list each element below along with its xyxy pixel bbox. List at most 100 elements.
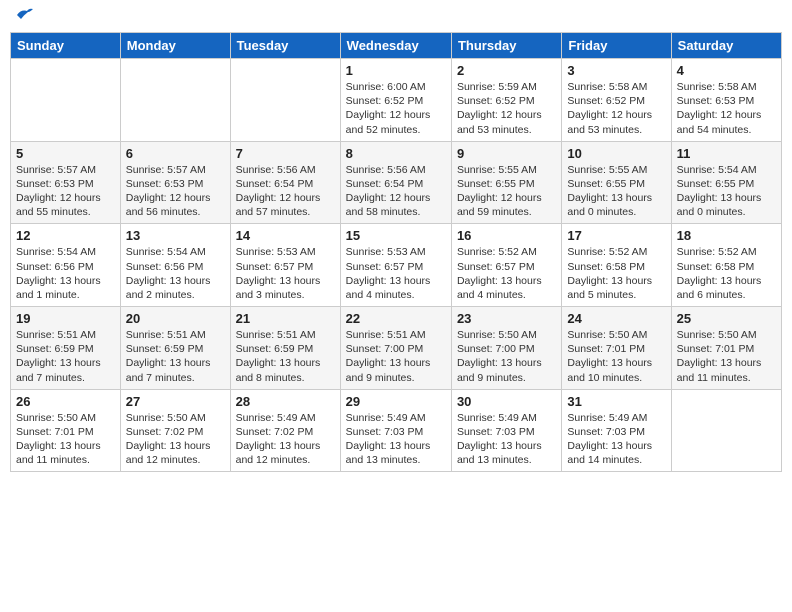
day-info: Sunrise: 5:55 AM Sunset: 6:55 PM Dayligh… <box>567 163 665 220</box>
day-number: 22 <box>346 311 446 326</box>
day-number: 24 <box>567 311 665 326</box>
weekday-header-tuesday: Tuesday <box>230 33 340 59</box>
logo-bird-icon <box>15 7 33 21</box>
calendar-cell: 30 Sunrise: 5:49 AM Sunset: 7:03 PM Dayli… <box>451 389 561 472</box>
day-number: 30 <box>457 394 556 409</box>
day-number: 16 <box>457 228 556 243</box>
day-number: 28 <box>236 394 335 409</box>
calendar-cell: 26 Sunrise: 5:50 AM Sunset: 7:01 PM Dayli… <box>11 389 121 472</box>
weekday-header-row: SundayMondayTuesdayWednesdayThursdayFrid… <box>11 33 782 59</box>
day-info: Sunrise: 6:00 AM Sunset: 6:52 PM Dayligh… <box>346 80 446 137</box>
calendar-cell: 1 Sunrise: 6:00 AM Sunset: 6:52 PM Daylig… <box>340 59 451 142</box>
calendar-cell <box>120 59 230 142</box>
calendar-cell: 18 Sunrise: 5:52 AM Sunset: 6:58 PM Dayli… <box>671 224 781 307</box>
day-number: 1 <box>346 63 446 78</box>
day-number: 29 <box>346 394 446 409</box>
day-info: Sunrise: 5:52 AM Sunset: 6:58 PM Dayligh… <box>567 245 665 302</box>
day-info: Sunrise: 5:51 AM Sunset: 7:00 PM Dayligh… <box>346 328 446 385</box>
day-number: 26 <box>16 394 115 409</box>
day-info: Sunrise: 5:58 AM Sunset: 6:52 PM Dayligh… <box>567 80 665 137</box>
calendar-cell: 23 Sunrise: 5:50 AM Sunset: 7:00 PM Dayli… <box>451 307 561 390</box>
calendar-cell: 31Sunrise: 5:49 AM Sunset: 7:03 PM Dayli… <box>562 389 671 472</box>
calendar-cell: 22 Sunrise: 5:51 AM Sunset: 7:00 PM Dayli… <box>340 307 451 390</box>
day-info: Sunrise: 5:52 AM Sunset: 6:58 PM Dayligh… <box>677 245 776 302</box>
day-number: 3 <box>567 63 665 78</box>
day-info: Sunrise: 5:54 AM Sunset: 6:56 PM Dayligh… <box>126 245 225 302</box>
day-info: Sunrise: 5:53 AM Sunset: 6:57 PM Dayligh… <box>236 245 335 302</box>
day-number: 15 <box>346 228 446 243</box>
day-info: Sunrise: 5:51 AM Sunset: 6:59 PM Dayligh… <box>126 328 225 385</box>
day-number: 23 <box>457 311 556 326</box>
day-info: Sunrise: 5:49 AM Sunset: 7:03 PM Dayligh… <box>346 411 446 468</box>
day-number: 9 <box>457 146 556 161</box>
calendar-cell: 8 Sunrise: 5:56 AM Sunset: 6:54 PM Daylig… <box>340 141 451 224</box>
day-number: 7 <box>236 146 335 161</box>
calendar-cell <box>11 59 121 142</box>
calendar-week-row: 19 Sunrise: 5:51 AM Sunset: 6:59 PM Dayli… <box>11 307 782 390</box>
calendar-cell: 24 Sunrise: 5:50 AM Sunset: 7:01 PM Dayli… <box>562 307 671 390</box>
calendar-cell: 13 Sunrise: 5:54 AM Sunset: 6:56 PM Dayli… <box>120 224 230 307</box>
day-info: Sunrise: 5:54 AM Sunset: 6:56 PM Dayligh… <box>16 245 115 302</box>
calendar-cell: 15Sunrise: 5:53 AM Sunset: 6:57 PM Dayli… <box>340 224 451 307</box>
day-info: Sunrise: 5:54 AM Sunset: 6:55 PM Dayligh… <box>677 163 776 220</box>
calendar-cell: 12 Sunrise: 5:54 AM Sunset: 6:56 PM Dayli… <box>11 224 121 307</box>
calendar-cell: 29 Sunrise: 5:49 AM Sunset: 7:03 PM Dayli… <box>340 389 451 472</box>
calendar-cell: 7 Sunrise: 5:56 AM Sunset: 6:54 PM Daylig… <box>230 141 340 224</box>
calendar-cell: 5 Sunrise: 5:57 AM Sunset: 6:53 PM Daylig… <box>11 141 121 224</box>
day-number: 27 <box>126 394 225 409</box>
weekday-header-wednesday: Wednesday <box>340 33 451 59</box>
day-info: Sunrise: 5:50 AM Sunset: 7:01 PM Dayligh… <box>677 328 776 385</box>
calendar-cell: 9Sunrise: 5:55 AM Sunset: 6:55 PM Daylig… <box>451 141 561 224</box>
calendar-cell: 10 Sunrise: 5:55 AM Sunset: 6:55 PM Dayli… <box>562 141 671 224</box>
day-info: Sunrise: 5:50 AM Sunset: 7:01 PM Dayligh… <box>16 411 115 468</box>
calendar-cell: 17 Sunrise: 5:52 AM Sunset: 6:58 PM Dayli… <box>562 224 671 307</box>
calendar-cell: 2 Sunrise: 5:59 AM Sunset: 6:52 PM Daylig… <box>451 59 561 142</box>
day-number: 5 <box>16 146 115 161</box>
day-number: 13 <box>126 228 225 243</box>
day-info: Sunrise: 5:49 AM Sunset: 7:03 PM Dayligh… <box>567 411 665 468</box>
calendar-cell <box>671 389 781 472</box>
day-number: 21 <box>236 311 335 326</box>
weekday-header-sunday: Sunday <box>11 33 121 59</box>
day-number: 19 <box>16 311 115 326</box>
weekday-header-saturday: Saturday <box>671 33 781 59</box>
weekday-header-thursday: Thursday <box>451 33 561 59</box>
day-info: Sunrise: 5:58 AM Sunset: 6:53 PM Dayligh… <box>677 80 776 137</box>
logo-text <box>14 10 34 24</box>
day-info: Sunrise: 5:57 AM Sunset: 6:53 PM Dayligh… <box>126 163 225 220</box>
calendar-cell: 19 Sunrise: 5:51 AM Sunset: 6:59 PM Dayli… <box>11 307 121 390</box>
calendar-cell: 21 Sunrise: 5:51 AM Sunset: 6:59 PM Dayli… <box>230 307 340 390</box>
day-number: 6 <box>126 146 225 161</box>
calendar-cell: 4Sunrise: 5:58 AM Sunset: 6:53 PM Daylig… <box>671 59 781 142</box>
day-info: Sunrise: 5:50 AM Sunset: 7:02 PM Dayligh… <box>126 411 225 468</box>
day-number: 8 <box>346 146 446 161</box>
day-info: Sunrise: 5:59 AM Sunset: 6:52 PM Dayligh… <box>457 80 556 137</box>
day-info: Sunrise: 5:50 AM Sunset: 7:00 PM Dayligh… <box>457 328 556 385</box>
day-number: 20 <box>126 311 225 326</box>
day-info: Sunrise: 5:50 AM Sunset: 7:01 PM Dayligh… <box>567 328 665 385</box>
day-info: Sunrise: 5:56 AM Sunset: 6:54 PM Dayligh… <box>346 163 446 220</box>
logo <box>14 10 34 24</box>
calendar-week-row: 1 Sunrise: 6:00 AM Sunset: 6:52 PM Daylig… <box>11 59 782 142</box>
weekday-header-friday: Friday <box>562 33 671 59</box>
calendar-cell: 3 Sunrise: 5:58 AM Sunset: 6:52 PM Daylig… <box>562 59 671 142</box>
weekday-header-monday: Monday <box>120 33 230 59</box>
calendar-cell <box>230 59 340 142</box>
day-number: 18 <box>677 228 776 243</box>
day-number: 14 <box>236 228 335 243</box>
day-info: Sunrise: 5:56 AM Sunset: 6:54 PM Dayligh… <box>236 163 335 220</box>
calendar-week-row: 26 Sunrise: 5:50 AM Sunset: 7:01 PM Dayli… <box>11 389 782 472</box>
day-number: 17 <box>567 228 665 243</box>
page-header <box>10 10 782 24</box>
calendar-cell: 11Sunrise: 5:54 AM Sunset: 6:55 PM Dayli… <box>671 141 781 224</box>
day-info: Sunrise: 5:57 AM Sunset: 6:53 PM Dayligh… <box>16 163 115 220</box>
calendar-table: SundayMondayTuesdayWednesdayThursdayFrid… <box>10 32 782 472</box>
day-number: 2 <box>457 63 556 78</box>
day-info: Sunrise: 5:49 AM Sunset: 7:02 PM Dayligh… <box>236 411 335 468</box>
calendar-cell: 27 Sunrise: 5:50 AM Sunset: 7:02 PM Dayli… <box>120 389 230 472</box>
day-info: Sunrise: 5:51 AM Sunset: 6:59 PM Dayligh… <box>236 328 335 385</box>
day-number: 12 <box>16 228 115 243</box>
day-info: Sunrise: 5:49 AM Sunset: 7:03 PM Dayligh… <box>457 411 556 468</box>
day-info: Sunrise: 5:51 AM Sunset: 6:59 PM Dayligh… <box>16 328 115 385</box>
day-number: 10 <box>567 146 665 161</box>
